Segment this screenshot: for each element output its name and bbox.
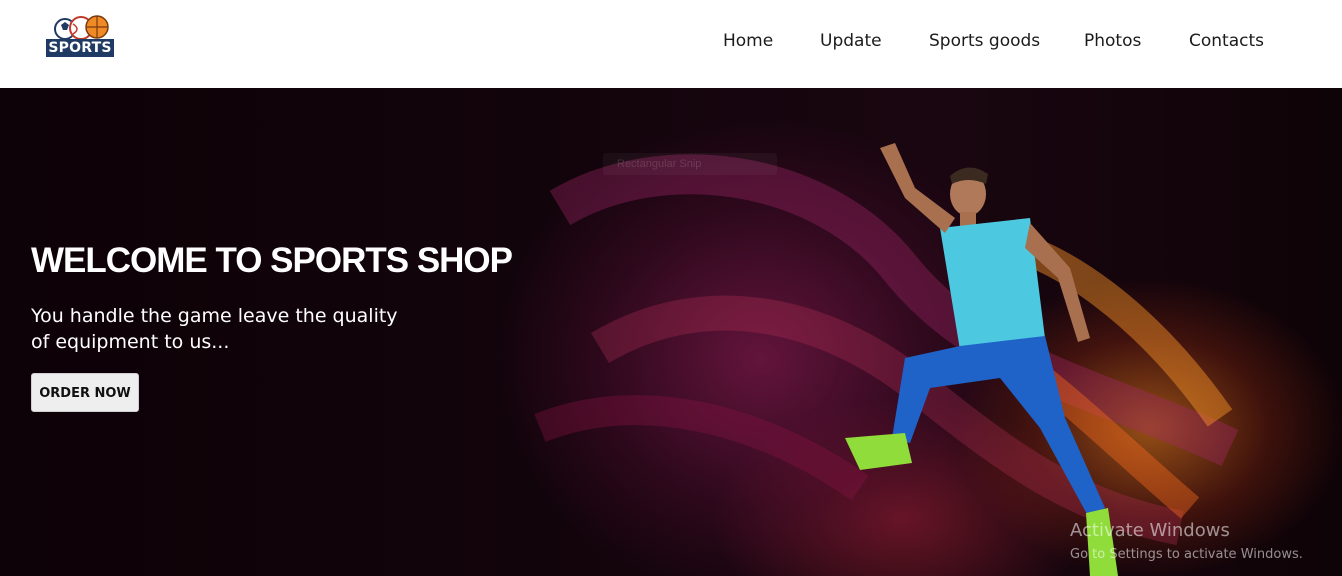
main-nav: Home Update Sports goods Photos Contacts <box>0 0 1342 88</box>
watermark-title: Activate Windows <box>1070 520 1230 541</box>
hero-subtitle: You handle the game leave the quality of… <box>31 305 398 353</box>
hero-title: WELCOME TO SPORTS SHOP <box>31 241 513 280</box>
order-now-button[interactable]: ORDER NOW <box>31 373 139 412</box>
hero-banner: Rectangular Snip WELCOME TO SPORTS SHOP … <box>0 88 1342 576</box>
site-header: SPORTS Home Update Sports goods Photos C… <box>0 0 1342 88</box>
activate-windows-watermark: Activate Windows Go to Settings to activ… <box>1070 520 1303 562</box>
nav-home-link[interactable]: Home <box>723 31 773 51</box>
nav-photos-link[interactable]: Photos <box>1084 31 1141 51</box>
watermark-subtitle: Go to Settings to activate Windows. <box>1070 547 1303 562</box>
nav-contacts-link[interactable]: Contacts <box>1189 31 1264 51</box>
snip-toolbar-ghost: Rectangular Snip <box>603 153 777 175</box>
nav-sports-goods-link[interactable]: Sports goods <box>929 31 1040 51</box>
nav-update-link[interactable]: Update <box>820 31 882 51</box>
